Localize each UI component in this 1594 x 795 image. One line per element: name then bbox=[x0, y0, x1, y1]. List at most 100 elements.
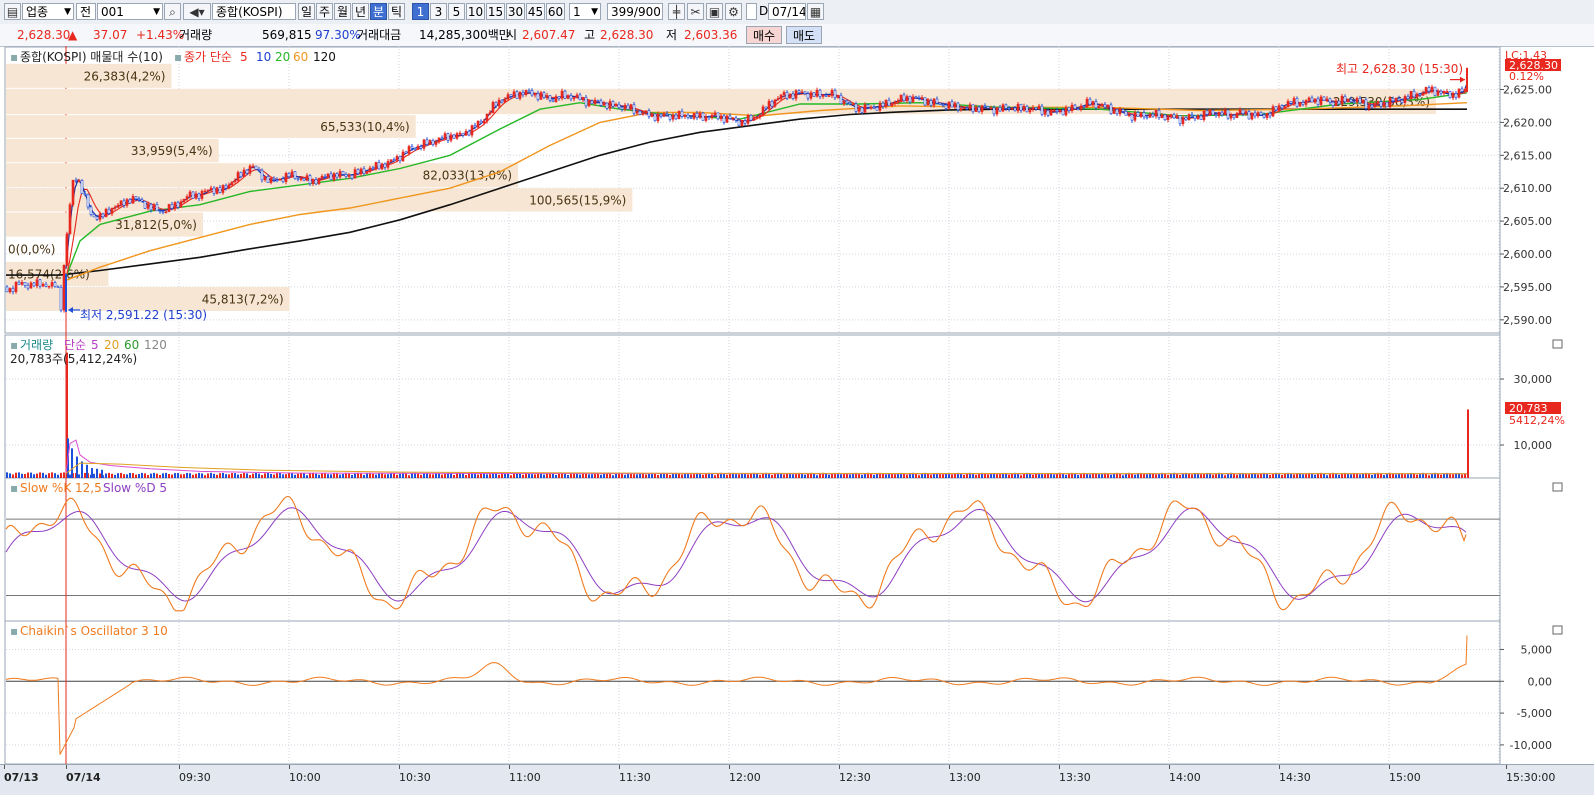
count-select[interactable]: 1 ▼ bbox=[569, 3, 601, 20]
volume-bar bbox=[1089, 474, 1091, 478]
market-select[interactable]: 업종 ▼ bbox=[22, 3, 74, 20]
candle-body bbox=[254, 165, 258, 170]
candle-body bbox=[95, 216, 99, 220]
candle-body bbox=[1130, 114, 1134, 121]
volume-bar bbox=[351, 475, 353, 478]
interval-3[interactable]: 3 bbox=[430, 3, 447, 20]
price-tick-label: 2,620.00 bbox=[1503, 116, 1552, 129]
volume-bar bbox=[954, 473, 956, 478]
scope-select[interactable]: 전 bbox=[76, 3, 96, 20]
volume-bar bbox=[1032, 474, 1034, 478]
volume-bar bbox=[657, 475, 659, 478]
chart-area[interactable]: 229,530(36,3%)26,383(4,2%)65,533(10,4%)3… bbox=[0, 46, 1594, 764]
volume-bar bbox=[228, 474, 230, 478]
period-minute[interactable]: 분 bbox=[370, 3, 387, 20]
candle-body bbox=[461, 132, 465, 136]
volume-bar bbox=[702, 474, 704, 478]
buy-button[interactable]: 매수 bbox=[746, 26, 782, 44]
search-icon[interactable]: ⌕ bbox=[164, 3, 181, 20]
candle-body bbox=[767, 101, 771, 109]
ma-legend-marker: ▪ bbox=[174, 50, 182, 64]
candle-body bbox=[275, 179, 279, 181]
gear-icon[interactable]: ⚙ bbox=[725, 3, 742, 20]
date-checkbox[interactable] bbox=[746, 3, 757, 20]
volume-bar bbox=[1338, 474, 1340, 478]
volume-bar bbox=[894, 474, 896, 478]
candle-body bbox=[1274, 106, 1278, 111]
candle-body bbox=[818, 89, 822, 97]
candle-body bbox=[1028, 108, 1032, 113]
interval-10[interactable]: 10 bbox=[466, 3, 485, 20]
interval-45[interactable]: 45 bbox=[526, 3, 545, 20]
volume-bar bbox=[1215, 473, 1217, 478]
interval-5[interactable]: 5 bbox=[448, 3, 465, 20]
candle-body bbox=[1145, 116, 1149, 119]
interval-1[interactable]: 1 bbox=[412, 3, 429, 20]
candle-body bbox=[1142, 112, 1146, 118]
chaikin-panel-collapse-button[interactable] bbox=[1552, 625, 1563, 635]
candle-body bbox=[620, 107, 624, 110]
candle-body bbox=[122, 200, 126, 206]
panel-icon[interactable]: ▤ bbox=[4, 3, 21, 20]
period-day[interactable]: 일 bbox=[298, 3, 315, 20]
candle-body bbox=[44, 283, 48, 287]
period-month[interactable]: 월 bbox=[334, 3, 351, 20]
candle-body bbox=[524, 90, 528, 95]
volume-bar bbox=[144, 473, 146, 478]
volume-bar bbox=[393, 473, 395, 478]
candle-body bbox=[8, 288, 12, 293]
interval-60[interactable]: 60 bbox=[546, 3, 565, 20]
calendar-icon[interactable]: ▦ bbox=[807, 3, 824, 20]
code-input[interactable]: 001 ▼ bbox=[97, 3, 163, 20]
candle-body bbox=[32, 282, 36, 287]
volume-bar bbox=[213, 473, 215, 478]
volume-profile-label: 82,033(13,0%) bbox=[423, 169, 512, 183]
x-axis-tick bbox=[179, 765, 180, 769]
volume-bar bbox=[1188, 473, 1190, 478]
date-input[interactable]: 07/14 bbox=[768, 3, 806, 20]
candle-body bbox=[1187, 114, 1191, 121]
period-year[interactable]: 년 bbox=[352, 3, 369, 20]
candle-body bbox=[248, 165, 252, 174]
candle-body bbox=[185, 196, 189, 200]
candle-body bbox=[1220, 111, 1224, 116]
volume-bar bbox=[648, 473, 650, 478]
candle-body bbox=[692, 113, 696, 119]
volume-bar bbox=[195, 473, 197, 478]
candle-body bbox=[494, 102, 498, 107]
price-panel-marker: ▪ bbox=[10, 50, 18, 64]
stoch-panel-collapse-button[interactable] bbox=[1552, 482, 1563, 492]
crosshair-icon[interactable]: ╪ bbox=[668, 3, 685, 20]
candle-body bbox=[578, 94, 582, 101]
candle-body bbox=[1094, 101, 1098, 109]
interval-15[interactable]: 15 bbox=[486, 3, 505, 20]
x-axis-tick bbox=[4, 765, 5, 769]
candle-body bbox=[1364, 99, 1368, 109]
volume-bar bbox=[930, 474, 932, 478]
candle-body bbox=[941, 104, 945, 106]
candle-body bbox=[536, 93, 540, 100]
candle-body bbox=[503, 98, 507, 103]
period-week[interactable]: 주 bbox=[316, 3, 333, 20]
volume-panel-collapse-button[interactable] bbox=[1552, 339, 1563, 349]
save-icon[interactable]: ▣ bbox=[706, 3, 723, 20]
volume-bar bbox=[963, 475, 965, 478]
sell-button[interactable]: 매도 bbox=[786, 26, 822, 44]
interval-30[interactable]: 30 bbox=[506, 3, 525, 20]
volume-legend-title: 거래량 bbox=[20, 338, 53, 352]
candle-body bbox=[806, 93, 810, 99]
x-axis-label: 11:00 bbox=[509, 771, 541, 784]
volume-bar bbox=[645, 474, 647, 478]
period-tick[interactable]: 틱 bbox=[388, 3, 405, 20]
volume-bar bbox=[681, 474, 683, 478]
volume-bar bbox=[1428, 475, 1430, 478]
chaikin-tick-label: 0,00 bbox=[1528, 675, 1553, 688]
candle-body bbox=[1259, 112, 1263, 116]
volume-bar bbox=[261, 475, 263, 478]
candle-body bbox=[1334, 100, 1338, 107]
candle-body bbox=[680, 110, 684, 117]
scissors-icon[interactable]: ✂ bbox=[687, 3, 704, 20]
candle-body bbox=[1439, 90, 1443, 94]
sound-icon[interactable]: ◀▾ bbox=[183, 3, 211, 20]
volume-bar bbox=[231, 473, 233, 478]
